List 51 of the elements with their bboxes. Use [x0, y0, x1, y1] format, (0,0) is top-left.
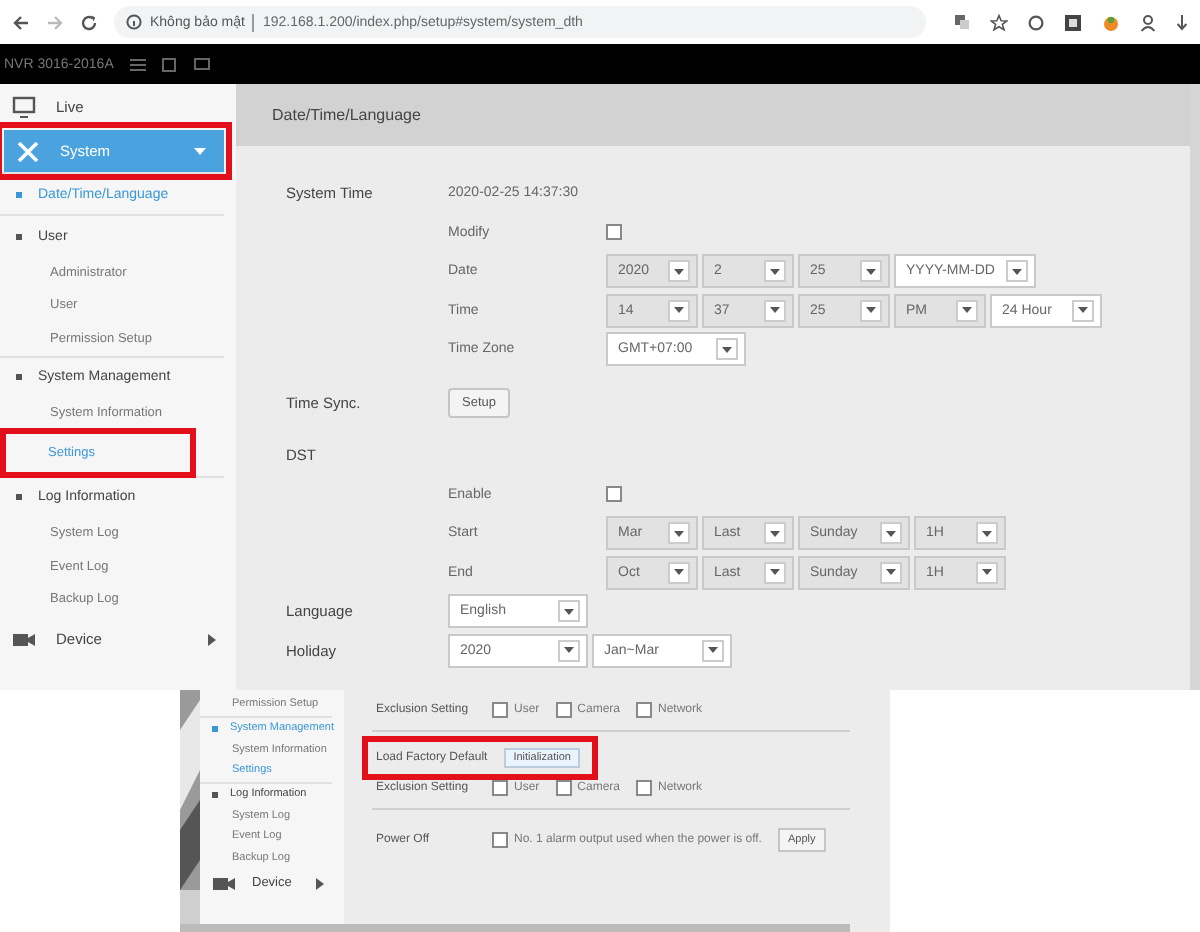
bullet-icon: [212, 725, 218, 731]
scrollbar[interactable]: [180, 924, 850, 932]
caret-icon: [1078, 306, 1088, 315]
caret-icon: [982, 529, 992, 538]
checkbox[interactable]: [492, 702, 508, 718]
extension-icon[interactable]: [1064, 13, 1082, 31]
star-icon[interactable]: [990, 13, 1008, 31]
checkbox[interactable]: [555, 780, 572, 796]
caret-icon: [192, 143, 208, 159]
caret-icon: [886, 568, 896, 577]
forward-icon[interactable]: [46, 13, 64, 31]
bullet-icon: [16, 233, 22, 239]
caret-icon: [674, 267, 684, 276]
caret-icon: [722, 345, 732, 354]
checkbox[interactable]: [492, 832, 508, 848]
panel-title: Date/Time/Language: [236, 84, 1190, 146]
caret-icon: [962, 306, 972, 315]
arrow-icon: [204, 631, 220, 647]
reload-icon[interactable]: [80, 13, 98, 31]
list-icon[interactable]: [129, 57, 146, 71]
caret-icon: [564, 646, 574, 655]
monitor-icon: [12, 95, 36, 119]
caret-icon: [770, 267, 780, 276]
checkbox[interactable]: [636, 780, 653, 796]
bullet-icon: [16, 191, 22, 197]
caret-icon: [886, 529, 896, 538]
caret-icon: [674, 529, 684, 538]
caret-icon: [866, 306, 876, 315]
caret-icon: [1012, 267, 1023, 276]
caret-icon: [770, 568, 780, 577]
caret-icon: [564, 607, 574, 616]
checkbox[interactable]: [555, 702, 572, 718]
download-icon[interactable]: [1176, 13, 1188, 31]
arrow-icon: [312, 875, 328, 891]
info-icon[interactable]: [126, 14, 142, 30]
caret-icon: [770, 306, 780, 315]
caret-icon: [770, 529, 780, 538]
checkbox[interactable]: [606, 486, 622, 503]
caret-icon: [674, 568, 684, 577]
bullet-icon: [16, 494, 22, 500]
checkbox[interactable]: [606, 224, 622, 241]
profile-icon[interactable]: [1140, 13, 1156, 31]
caret-icon: [866, 267, 876, 276]
back-icon[interactable]: [12, 13, 30, 31]
checkbox[interactable]: [636, 702, 653, 718]
bullet-icon: [212, 791, 218, 797]
bullet-icon: [16, 374, 22, 380]
caret-icon: [674, 306, 684, 315]
checkbox[interactable]: [492, 780, 508, 796]
caret-icon: [708, 646, 718, 655]
caret-icon: [982, 568, 992, 577]
